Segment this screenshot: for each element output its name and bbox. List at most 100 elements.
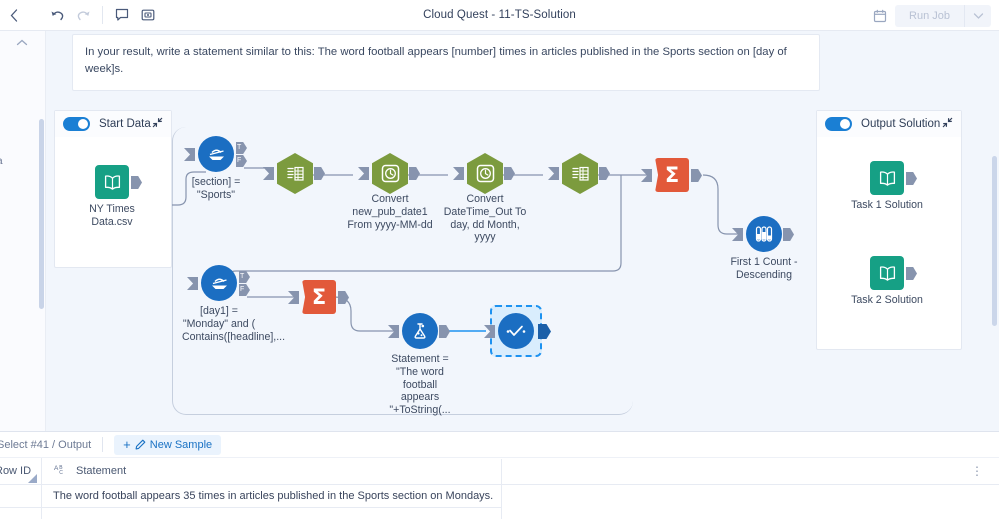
canvas-scrollbar[interactable] bbox=[992, 156, 997, 326]
node-input-anchor[interactable] bbox=[453, 167, 464, 180]
collapse-arrows-icon[interactable] bbox=[942, 117, 953, 131]
output-solution-toggle[interactable] bbox=[825, 117, 852, 131]
results-column-headers: Row ID ABC Statement ⋮ bbox=[0, 457, 999, 485]
book-input-icon[interactable] bbox=[95, 165, 129, 199]
rail-scrollbar[interactable] bbox=[39, 119, 44, 309]
output-solution-header: Output Solution bbox=[817, 111, 961, 137]
left-rail: a bbox=[0, 31, 46, 431]
node-false-anchor[interactable]: F bbox=[236, 155, 247, 167]
row-divider bbox=[0, 507, 502, 508]
start-data-toggle[interactable] bbox=[63, 117, 90, 131]
top-toolbar: Cloud Quest - 11-TS-Solution Run Job bbox=[0, 0, 999, 31]
workflow-canvas[interactable]: In your result, write a statement simila… bbox=[46, 31, 999, 431]
svg-text:C: C bbox=[59, 470, 63, 476]
calendar-icon[interactable] bbox=[867, 3, 893, 29]
node-output-anchor[interactable] bbox=[338, 291, 349, 304]
node-ny-times-csv[interactable]: NY Times Data.csv bbox=[89, 165, 142, 228]
node-output-anchor[interactable] bbox=[409, 167, 420, 180]
node-true-anchor[interactable]: T bbox=[239, 271, 250, 283]
sample-testtubes-icon[interactable] bbox=[746, 216, 782, 252]
node-false-anchor[interactable]: F bbox=[239, 284, 250, 296]
start-data-container: Start Data NY Times Data.csv bbox=[54, 110, 172, 268]
node-select-2[interactable] bbox=[548, 153, 610, 194]
node-summarize-1[interactable]: Σ bbox=[641, 158, 702, 192]
filter-icon[interactable] bbox=[201, 265, 237, 301]
node-select-1[interactable] bbox=[263, 153, 325, 194]
node-output-anchor[interactable] bbox=[439, 325, 450, 338]
column-header-statement[interactable]: ABC Statement ⋮ bbox=[42, 464, 999, 478]
instruction-note-text: In your result, write a statement simila… bbox=[85, 46, 787, 75]
select-columns-icon[interactable] bbox=[562, 153, 598, 194]
node-input-anchor[interactable] bbox=[187, 277, 198, 290]
new-sample-button[interactable]: + New Sample bbox=[114, 434, 222, 455]
node-label: [day1] = "Monday" and ( Contains([headli… bbox=[182, 305, 286, 343]
node-task-1-solution[interactable]: Task 1 Solution bbox=[851, 161, 923, 211]
node-output-anchor[interactable] bbox=[314, 167, 325, 180]
panel-card-icon[interactable] bbox=[135, 2, 161, 28]
node-input-anchor[interactable] bbox=[388, 325, 399, 338]
node-label: NY Times Data.csv bbox=[89, 203, 135, 228]
column-header-row-id[interactable]: Row ID bbox=[0, 465, 41, 483]
node-browse-selected[interactable] bbox=[484, 305, 551, 357]
toolbar-divider bbox=[102, 437, 104, 452]
node-sample-first[interactable]: First 1 Count - Descending bbox=[730, 216, 798, 281]
node-output-anchor[interactable] bbox=[691, 169, 702, 182]
node-input-anchor[interactable] bbox=[263, 167, 274, 180]
run-job-button-group[interactable]: Run Job bbox=[895, 4, 991, 27]
node-label: [section] = "Sports" bbox=[191, 176, 241, 201]
new-sample-label: New Sample bbox=[149, 438, 213, 451]
sigma-icon[interactable]: Σ bbox=[302, 280, 336, 314]
rail-clipped-text: a bbox=[0, 156, 3, 167]
datetime-clock-icon[interactable] bbox=[372, 153, 408, 194]
node-true-anchor[interactable]: T bbox=[236, 142, 247, 154]
table-right-line bbox=[501, 459, 502, 519]
node-task-2-solution[interactable]: Task 2 Solution bbox=[851, 256, 923, 306]
browse-check-icon[interactable] bbox=[498, 313, 534, 349]
column-label: Statement bbox=[76, 465, 127, 477]
node-input-anchor[interactable] bbox=[641, 169, 652, 182]
sigma-icon[interactable]: Σ bbox=[655, 158, 689, 192]
node-output-anchor[interactable] bbox=[906, 267, 917, 280]
redo-icon[interactable] bbox=[70, 2, 96, 28]
collapse-arrows-icon[interactable] bbox=[152, 117, 163, 131]
node-output-anchor[interactable] bbox=[906, 172, 917, 185]
node-input-anchor[interactable] bbox=[358, 167, 369, 180]
node-input-anchor[interactable] bbox=[732, 228, 743, 241]
node-input-anchor[interactable] bbox=[548, 167, 559, 180]
node-output-anchor[interactable] bbox=[131, 176, 142, 189]
node-output-anchor[interactable] bbox=[599, 167, 610, 180]
breadcrumb[interactable]: Select #41 / Output bbox=[0, 439, 91, 451]
node-output-anchor[interactable] bbox=[538, 324, 551, 339]
book-input-icon[interactable] bbox=[870, 256, 904, 290]
formula-flask-icon[interactable] bbox=[402, 313, 438, 349]
node-label: Task 1 Solution bbox=[851, 199, 923, 211]
node-formula[interactable]: Statement = "The word football appears "… bbox=[388, 313, 451, 416]
node-filter-section[interactable]: T F [section] = "Sports" bbox=[184, 136, 247, 201]
book-input-icon[interactable] bbox=[870, 161, 904, 195]
kebab-menu-icon[interactable]: ⋮ bbox=[971, 465, 983, 477]
datetime-clock-icon[interactable] bbox=[467, 153, 503, 194]
node-summarize-2[interactable]: Σ bbox=[288, 280, 349, 314]
node-convert-to[interactable]: Convert DateTime_Out To day, dd Month, y… bbox=[444, 153, 526, 243]
run-job-button[interactable]: Run Job bbox=[895, 5, 964, 27]
node-convert-from[interactable]: Convert new_pub_date1 From yyyy-MM-dd bbox=[347, 153, 433, 231]
select-columns-icon[interactable] bbox=[277, 153, 313, 194]
node-filter-day[interactable]: T F [day1] = "Monday" and ( Contains([he… bbox=[182, 265, 285, 343]
chevron-down-icon[interactable] bbox=[965, 5, 991, 27]
table-row[interactable]: The word football appears 35 times in ar… bbox=[0, 485, 999, 507]
plus-icon: + bbox=[123, 437, 131, 452]
results-panel: Select #41 / Output + New Sample Row ID … bbox=[0, 431, 999, 519]
start-data-body: NY Times Data.csv bbox=[55, 137, 171, 268]
node-input-anchor[interactable] bbox=[184, 148, 195, 161]
undo-icon[interactable] bbox=[44, 2, 70, 28]
start-data-header: Start Data bbox=[55, 111, 171, 137]
comment-icon[interactable] bbox=[109, 2, 135, 28]
node-label: Convert DateTime_Out To day, dd Month, y… bbox=[443, 193, 527, 244]
chevron-up-icon[interactable] bbox=[16, 38, 28, 49]
node-output-anchor[interactable] bbox=[783, 228, 794, 241]
node-input-anchor[interactable] bbox=[288, 291, 299, 304]
chevron-left-icon[interactable] bbox=[0, 0, 28, 31]
node-output-anchor[interactable] bbox=[504, 167, 515, 180]
filter-icon[interactable] bbox=[198, 136, 234, 172]
node-label: Statement = "The word football appears "… bbox=[389, 353, 451, 417]
